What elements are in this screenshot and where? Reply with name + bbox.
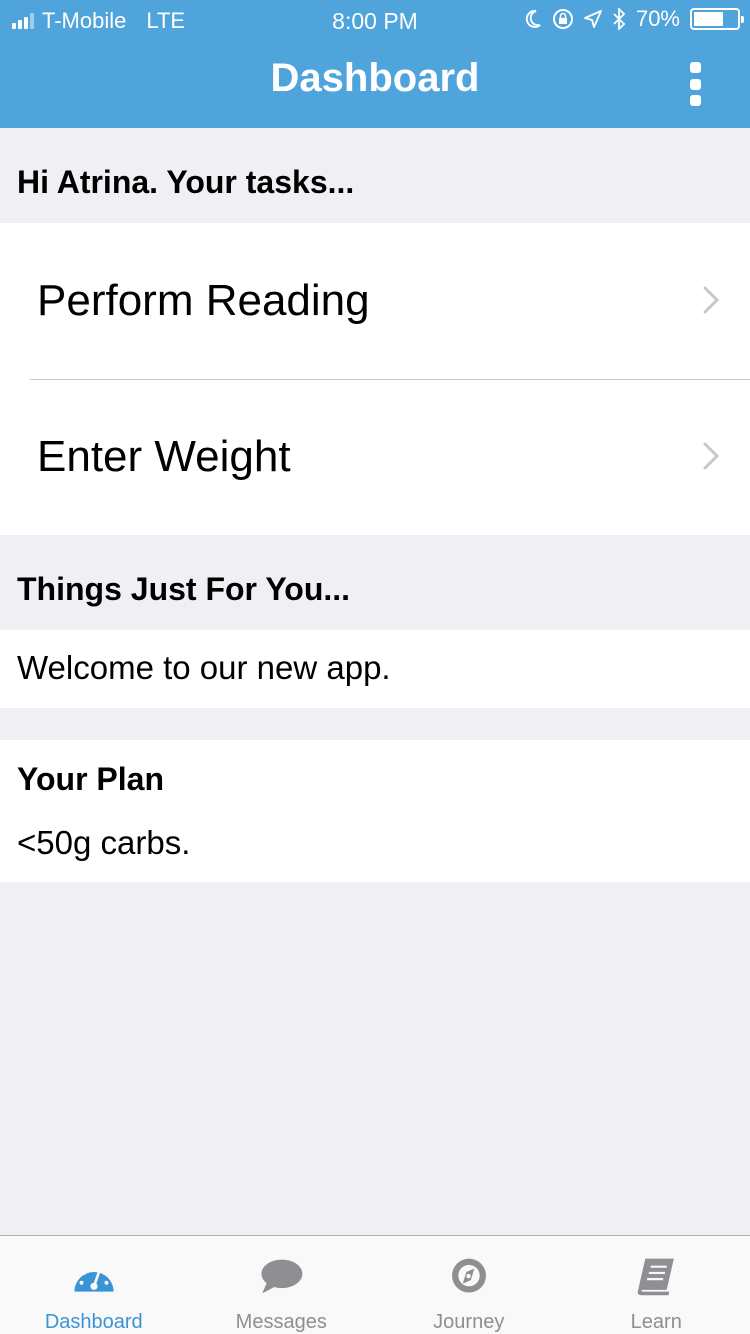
more-options-icon[interactable] xyxy=(680,62,710,106)
task-label: Enter Weight xyxy=(37,432,291,481)
tab-dashboard[interactable]: Dashboard xyxy=(0,1236,188,1334)
task-enter-weight[interactable]: Enter Weight xyxy=(0,379,750,535)
chevron-right-icon xyxy=(703,286,720,314)
location-arrow-icon xyxy=(584,10,602,28)
page-title: Dashboard xyxy=(270,56,480,100)
tab-label: Dashboard xyxy=(44,1311,143,1333)
tab-bar: Dashboard Messages Journey Learn xyxy=(0,1235,750,1334)
tab-label: Learn xyxy=(630,1311,682,1333)
chevron-right-icon xyxy=(703,442,720,470)
chat-bubble-icon xyxy=(261,1259,303,1294)
tab-messages[interactable]: Messages xyxy=(188,1236,376,1334)
plan-text: <50g carbs. xyxy=(17,824,191,861)
tab-label: Journey xyxy=(433,1311,505,1333)
bluetooth-icon xyxy=(613,8,626,30)
task-list: Perform Reading Enter Weight xyxy=(0,223,750,535)
tab-journey[interactable]: Journey xyxy=(375,1236,563,1334)
things-card: Welcome to our new app. xyxy=(0,630,750,708)
plan-card: Your Plan <50g carbs. xyxy=(0,740,750,882)
book-icon xyxy=(637,1258,675,1296)
welcome-message: Welcome to our new app. xyxy=(17,649,391,686)
compass-icon xyxy=(451,1258,486,1293)
dashboard-gauge-icon xyxy=(74,1265,114,1292)
status-bar: T-Mobile LTE 8:00 PM 70% xyxy=(0,0,750,40)
task-perform-reading[interactable]: Perform Reading xyxy=(0,223,750,379)
plan-title: Your Plan xyxy=(17,761,164,797)
things-header: Things Just For You... xyxy=(17,571,351,607)
battery-percent: 70% xyxy=(635,6,680,31)
battery-icon xyxy=(690,8,744,30)
tasks-header: Hi Atrina. Your tasks... xyxy=(17,164,355,200)
navigation-bar: Dashboard xyxy=(0,40,750,128)
task-label: Perform Reading xyxy=(37,276,370,325)
rotation-lock-icon xyxy=(552,9,573,29)
moon-icon xyxy=(525,9,541,28)
tab-learn[interactable]: Learn xyxy=(563,1236,750,1334)
tab-label: Messages xyxy=(235,1311,327,1333)
